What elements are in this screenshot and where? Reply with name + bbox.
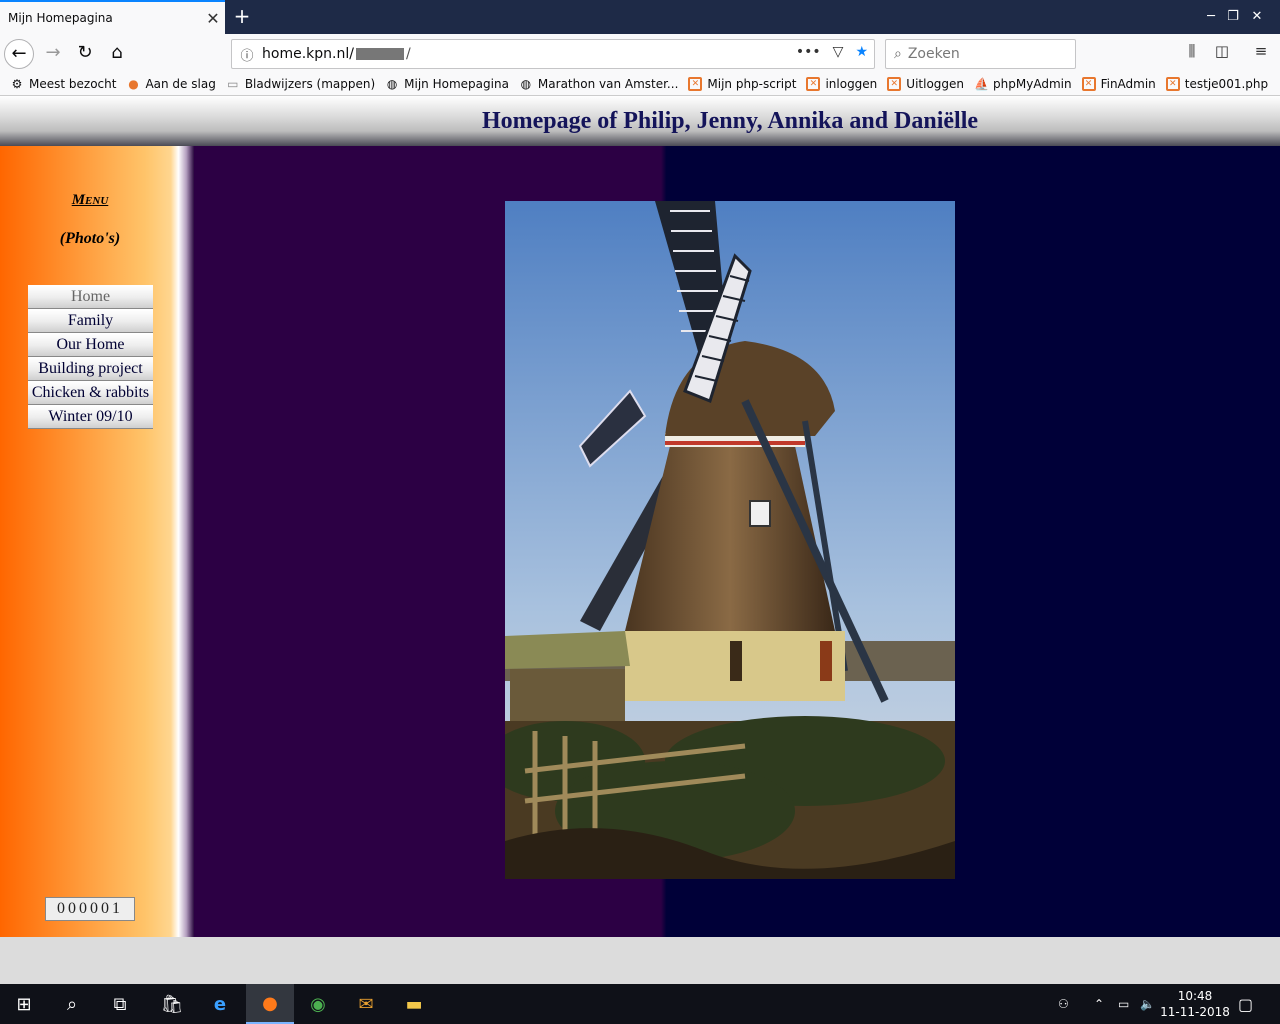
firefox-icon[interactable]: ● — [246, 984, 294, 1024]
tab-close-icon[interactable]: ✕ — [201, 9, 225, 28]
globe-icon: ◍ — [386, 76, 398, 91]
windows-taskbar: ⊞ ⌕ ⧉ 🛍 e ● ◉ ✉ ▬ ⚇ ⌃ ▭ 🔈 10:48 11-11-20… — [0, 984, 1280, 1024]
bookmark-item[interactable]: ⚙ Meest bezocht — [10, 76, 117, 91]
search-input[interactable]: ⌕ Zoeken — [885, 39, 1076, 69]
sidebar-icon[interactable]: ◫ — [1210, 42, 1234, 66]
menu-subtitle: (Photo's) — [59, 230, 121, 247]
clock-date: 11-11-2018 — [1160, 1005, 1230, 1019]
search-icon[interactable]: ⌕ — [48, 984, 96, 1024]
menu-title: Menu — [71, 192, 109, 208]
search-icon: ⌕ — [894, 46, 902, 62]
xampp-icon: ✕ — [1165, 76, 1180, 91]
tab-title: Mijn Homepagina — [8, 11, 113, 25]
page-title: Homepage of Philip, Jenny, Annika and Da… — [481, 108, 979, 134]
firefox-icon: ● — [128, 76, 139, 91]
clock-time: 10:48 — [1177, 989, 1213, 1003]
hamburger-menu-icon[interactable]: ≡ — [1249, 42, 1273, 66]
bookmarks-toolbar: ⚙ Meest bezocht ● Aan de slag ▭ Bladwijzers… — [0, 72, 1280, 96]
store-icon[interactable]: 🛍 — [148, 984, 196, 1024]
bookmark-item[interactable]: ● Aan de slag — [126, 76, 216, 91]
phpmyadmin-icon: ⛵ — [974, 76, 989, 91]
navigation-toolbar: ← → ↻ ⌂ ⓘ home.kpn.nl/ / ••• ▽ ★ ⌕ Zoeke… — [0, 34, 1280, 72]
page-header: Homepage of Philip, Jenny, Annika and Da… — [0, 96, 1280, 146]
new-tab-button[interactable]: + — [230, 4, 254, 28]
xampp-icon: ✕ — [1081, 76, 1096, 91]
bookmark-item[interactable]: ✕ Uitloggen — [887, 76, 964, 91]
reload-icon[interactable]: ↻ — [70, 39, 100, 69]
home-icon[interactable]: ⌂ — [102, 39, 132, 69]
task-view-icon[interactable]: ⧉ — [96, 984, 144, 1024]
url-redacted — [355, 48, 404, 60]
chrome-icon[interactable]: ◉ — [294, 984, 342, 1024]
browser-titlebar: Mijn Homepagina ✕ + ─ ❐ ✕ — [0, 0, 1280, 34]
folder-icon: ▭ — [227, 76, 239, 91]
page-actions-icon[interactable]: ••• — [796, 44, 821, 60]
file-explorer-icon[interactable]: ▬ — [390, 984, 438, 1024]
xampp-icon: ✕ — [806, 76, 821, 91]
url-bar[interactable]: ⓘ home.kpn.nl/ / ••• ▽ ★ — [231, 39, 875, 69]
main-content — [194, 146, 1280, 937]
edge-icon[interactable]: e — [196, 984, 244, 1024]
url-host: home.kpn.nl/ — [262, 46, 354, 62]
system-clock[interactable]: 10:48 11-11-2018 — [1160, 988, 1230, 1020]
visitor-counter: 000001 — [45, 897, 135, 921]
menu-item-home[interactable]: Home — [28, 285, 153, 309]
url-suffix: / — [405, 46, 411, 62]
pocket-icon[interactable]: ▽ — [833, 44, 844, 60]
action-center-icon[interactable]: ▢ — [1238, 984, 1258, 1024]
bookmark-item[interactable]: ⛵ phpMyAdmin — [974, 77, 1072, 91]
volume-icon[interactable]: 🔈 — [1140, 984, 1158, 1024]
menu-list: Home Family Our Home Building project Ch… — [28, 285, 153, 429]
web-page: Homepage of Philip, Jenny, Annika and Da… — [0, 96, 1280, 937]
forward-icon[interactable]: → — [38, 39, 68, 69]
bookmark-item[interactable]: ◍ Mijn Homepagina — [385, 77, 509, 91]
info-icon[interactable]: ⓘ — [232, 45, 262, 64]
bookmark-item[interactable]: ✕ FinAdmin — [1081, 76, 1156, 91]
bookmark-item[interactable]: ✕ inloggen — [806, 76, 877, 91]
people-icon[interactable]: ⚇ — [1058, 984, 1078, 1024]
xampp-icon: ✕ — [688, 76, 703, 91]
bookmark-item[interactable]: ✕ testje001.php — [1165, 76, 1268, 91]
network-icon[interactable]: ▭ — [1118, 984, 1136, 1024]
bookmark-item[interactable]: ▭ Bladwijzers (mappen) — [226, 77, 375, 91]
bookmark-item[interactable]: ◍ Marathon van Amster... — [519, 76, 679, 91]
windows-start-icon[interactable]: ⊞ — [0, 984, 48, 1024]
menu-item-our-home[interactable]: Our Home — [28, 333, 153, 357]
menu-item-winter[interactable]: Winter 09/10 — [28, 405, 153, 429]
menu-item-building-project[interactable]: Building project — [28, 357, 153, 381]
bookmark-item[interactable]: ✕ Mijn php-script — [688, 76, 796, 91]
search-placeholder: Zoeken — [907, 46, 960, 62]
globe-icon: ◍ — [520, 76, 532, 91]
gear-icon: ⚙ — [11, 76, 23, 91]
back-icon[interactable]: ← — [4, 39, 34, 69]
tab-mijn-homepagina[interactable]: Mijn Homepagina ✕ — [0, 0, 225, 34]
library-icon[interactable]: ⫼ — [1180, 42, 1204, 66]
windmill-photo — [505, 201, 955, 879]
menu-item-family[interactable]: Family — [28, 309, 153, 333]
window-close-button[interactable]: ✕ — [1234, 0, 1280, 34]
bookmark-star-icon[interactable]: ★ — [855, 44, 868, 60]
tray-chevron-icon[interactable]: ⌃ — [1094, 984, 1110, 1024]
sidebar-menu: Menu (Photo's) Home Family Our Home Buil… — [0, 146, 194, 937]
outlook-icon[interactable]: ✉ — [342, 984, 390, 1024]
xampp-icon: ✕ — [887, 76, 902, 91]
menu-item-chicken-rabbits[interactable]: Chicken & rabbits — [28, 381, 153, 405]
